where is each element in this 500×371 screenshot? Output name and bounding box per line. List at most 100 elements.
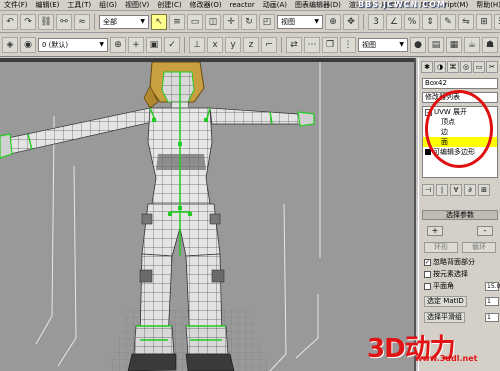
menu-item[interactable]: 组(G) [99,0,117,10]
ring-loop-buttons: 环形 循环 [424,242,496,253]
menu-item[interactable]: reactor [230,0,255,10]
axis-y-icon[interactable]: y [225,36,241,53]
create-tab-icon[interactable]: ✱ [421,61,433,73]
selection-filter-dropdown[interactable]: 全部 ▼ [99,14,149,29]
menu-item[interactable]: 工具(T) [67,0,91,10]
window-crossing-icon[interactable]: ◫ [205,13,221,30]
menu-item[interactable]: 文件(F) [4,0,28,10]
matid-input[interactable]: 1 [485,297,499,306]
modifier-stack-item[interactable]: 面 [423,137,497,147]
rectangle-selection-icon[interactable]: ▭ [187,13,203,30]
axis-xy-icon[interactable]: ⌐ [261,36,277,53]
render-setup-icon[interactable]: ▤ [428,36,444,53]
axis-z-icon[interactable]: z [243,36,259,53]
layer-dropdown[interactable]: 0 (默认) ▼ [38,37,108,52]
show-end-result-icon[interactable]: | [436,184,448,196]
select-in-layer-icon[interactable]: ▣ [146,36,162,53]
motion-tab-icon[interactable]: ◎ [460,61,472,73]
menu-item[interactable]: 编辑(E) [36,0,60,10]
configure-sets-icon[interactable]: ⊞ [478,184,490,196]
view-dropdown-value: 视图 [362,40,376,49]
selection-params-rollout[interactable]: 选择参数 [422,210,498,220]
pin-stack-icon[interactable]: ⊣ [422,184,434,196]
array-icon[interactable]: ⋯ [304,36,320,53]
select-smooth-group-button[interactable]: 选择平滑组 [424,312,465,323]
manipulate-icon[interactable]: ✥ [343,13,359,30]
utilities-tab-icon[interactable]: ✂ [486,61,498,73]
rotate-icon[interactable]: ↻ [241,13,257,30]
layers-icon[interactable]: ◈ [2,36,18,53]
modifier-stack-item[interactable]: − UVW 展开 [423,107,497,117]
select-matid-button[interactable]: 选定 MatID [424,296,467,307]
visibility-icon[interactable]: ◉ [20,36,36,53]
modifier-stack-item[interactable]: 边 [423,127,497,137]
select-by-element-checkbox[interactable]: 按元素选择 [424,270,468,279]
menu-item[interactable]: 视图(V) [125,0,149,10]
perspective-viewport[interactable] [0,58,416,371]
spacing-tool-icon[interactable]: ⋮ [340,36,356,53]
chevron-down-icon: ▼ [399,40,404,48]
mirror-tool-icon[interactable]: ⇄ [286,36,302,53]
layer-manager-icon[interactable]: ☰ [494,13,500,30]
pivot-center-icon[interactable]: ⊕ [325,13,341,30]
percent-snap-icon[interactable]: % [404,13,420,30]
make-unique-icon[interactable]: ∀ [450,184,462,196]
render-last-icon[interactable]: ☗ [482,36,498,53]
reference-coord-dropdown[interactable]: 视图 ▼ [277,14,323,29]
unlink-icon[interactable]: ⚯ [56,13,72,30]
angle-snap-icon[interactable]: ∠ [386,13,402,30]
smooth-group-input[interactable]: 1 [485,313,499,322]
add-to-layer-icon[interactable]: + [128,36,144,53]
snapshot-icon[interactable]: ❐ [322,36,338,53]
create-layer-icon[interactable]: ⊕ [110,36,126,53]
scale-icon[interactable]: ◰ [259,13,275,30]
expand-collapse-icon[interactable]: − [425,108,432,116]
quick-render-icon[interactable]: ☕ [464,36,480,53]
menu-item[interactable]: 动画(A) [263,0,287,10]
object-name-field[interactable]: Box42 [422,78,498,89]
redo-icon[interactable]: ↷ [20,13,36,30]
modifier-stack-label: UVW 展开 [434,108,468,116]
site-logo-url: www.3ddl.net [415,354,478,363]
named-selection-icon[interactable]: ✎ [440,13,456,30]
axis-x-icon[interactable]: x [207,36,223,53]
select-by-name-icon[interactable]: ≡ [169,13,185,30]
shrink-selection-button[interactable]: - [477,226,493,236]
separator [94,13,95,30]
snap-toggle-icon[interactable]: 3 [368,13,384,30]
character-mesh [0,61,321,371]
select-object-icon[interactable]: ↖ [151,13,167,30]
spinner-snap-icon[interactable]: ⇕ [422,13,438,30]
modify-tab-icon[interactable]: ◑ [434,61,446,73]
modifier-stack-item[interactable]: 顶点 [423,117,497,127]
modifier-list-dropdown[interactable]: 修改器列表 [422,92,498,103]
axis-constraint-icon[interactable]: ⊥ [189,36,205,53]
link-icon[interactable]: ⛓ [38,13,54,30]
ignore-backfacing-checkbox[interactable]: ✓ 忽略背面部分 [424,258,475,267]
view-dropdown[interactable]: 视图 ▼ [358,37,408,52]
display-tab-icon[interactable]: ▭ [473,61,485,73]
menu-item[interactable]: 帮助(H) [476,0,500,10]
bind-space-warp-icon[interactable]: ≈ [74,13,90,30]
set-current-layer-icon[interactable]: ✓ [164,36,180,53]
align-icon[interactable]: ⊞ [476,13,492,30]
loop-button[interactable]: 循环 [462,242,496,253]
render-frame-icon[interactable]: ▦ [446,36,462,53]
hierarchy-tab-icon[interactable]: ⌘ [447,61,459,73]
stack-tools: ⊣ | ∀ ∂ ⊞ [422,184,498,198]
material-editor-icon[interactable]: ● [410,36,426,53]
menu-item[interactable]: 修改器(O) [190,0,222,10]
move-icon[interactable]: ✛ [223,13,239,30]
undo-icon[interactable]: ↶ [2,13,18,30]
modifier-stack: − UVW 展开 顶点边面可编辑多边形 [422,106,498,178]
menu-item[interactable]: 创建(C) [157,0,181,10]
modifier-stack-item[interactable]: 可编辑多边形 [423,147,497,157]
menu-item[interactable]: 图表编辑器(D) [295,0,341,10]
remove-modifier-icon[interactable]: ∂ [464,184,476,196]
mirror-icon[interactable]: ⇋ [458,13,474,30]
grow-selection-button[interactable]: + [427,226,443,236]
ring-button[interactable]: 环形 [424,242,458,253]
chevron-down-icon: ▼ [140,17,145,25]
planar-angle-checkbox[interactable]: 平面角 [424,282,454,291]
planar-angle-input[interactable]: 15.0 [485,282,500,291]
